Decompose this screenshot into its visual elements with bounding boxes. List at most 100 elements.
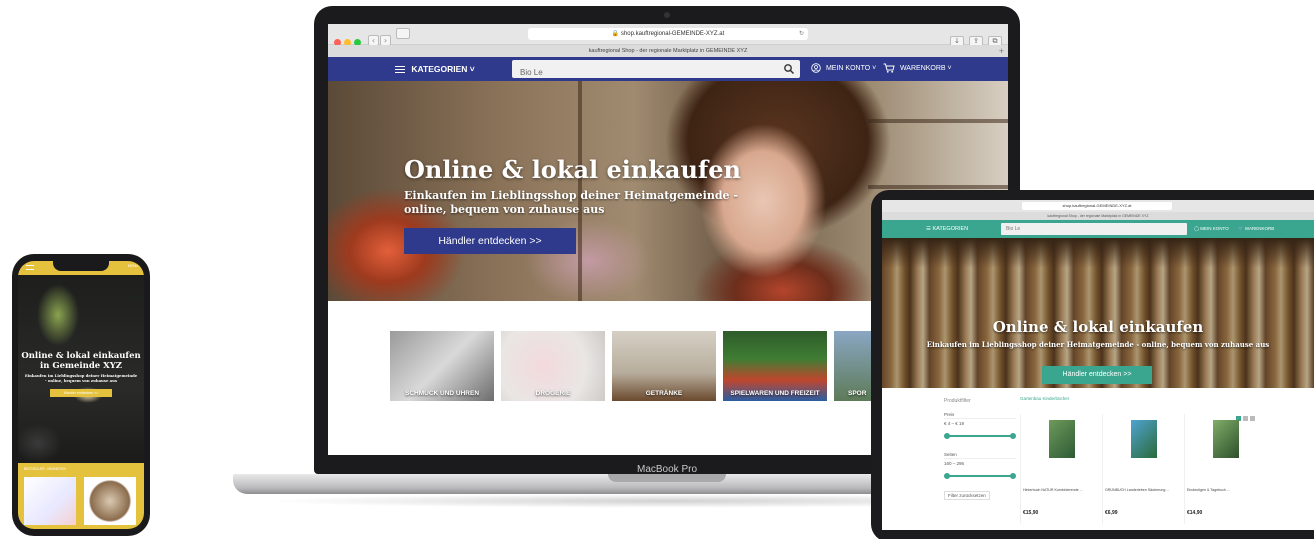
price-range-values: € 4 – € 19: [944, 421, 965, 426]
device-mockup-stage: ‹ › 🔒 shop.kauftregional-GEMEINDE-XYZ.at …: [0, 0, 1314, 539]
tablet-cart-label: WARENKORB: [1244, 226, 1275, 231]
category-tile[interactable]: SPIELWAREN UND FREIZEIT: [723, 331, 827, 401]
browser-chrome: ‹ › 🔒 shop.kauftregional-GEMEINDE-XYZ.at …: [328, 24, 1008, 47]
slider-track: [946, 475, 1014, 477]
tablet-search-input[interactable]: Bio Le: [1001, 223, 1187, 235]
tablet-hero-title: Online & lokal einkaufen: [992, 318, 1204, 336]
tablet-cart-button[interactable]: 🛒 WARENKORB: [1238, 220, 1274, 238]
phone-screen: MENU Online & lokal einkaufen in Gemeind…: [18, 261, 144, 529]
slider-handle-min[interactable]: [944, 473, 950, 479]
tablet-account-button[interactable]: ◯ MEIN KONTO: [1194, 220, 1229, 238]
address-bar[interactable]: 🔒 shop.kauftregional-GEMEINDE-XYZ.at ↻: [528, 28, 808, 40]
phone-hero-banner: Online & lokal einkaufen in Gemeinde XYZ…: [18, 275, 144, 463]
category-tile[interactable]: SPOR: [834, 331, 874, 401]
category-tile[interactable]: DROGERIE: [501, 331, 605, 401]
phone-notch: [53, 261, 109, 271]
tablet-browser-chrome: shop.kauftregional-GEMEINDE-XYZ.at: [882, 200, 1314, 212]
shelf-decoration: [868, 185, 1008, 189]
laptop-notch: [608, 474, 726, 482]
breadcrumb-item[interactable]: Gartenbau: [1020, 396, 1041, 401]
hamburger-menu-icon: [395, 66, 405, 74]
account-menu-button[interactable]: MEIN KONTO ˅: [811, 57, 876, 81]
reload-icon[interactable]: ↻: [799, 28, 804, 40]
price-max[interactable]: 19: [959, 421, 964, 426]
tab-title: kauftregional Shop - der regionale Markt…: [588, 48, 748, 54]
product-grid: Hinterbuch NATUR Kombinierende ... €15,9…: [1020, 414, 1264, 524]
tablet-screen: shop.kauftregional-GEMEINDE-XYZ.at kauft…: [882, 200, 1314, 530]
product-card[interactable]: [84, 477, 136, 525]
cart-icon: 🛒: [1238, 226, 1245, 231]
account-label: MEIN KONTO: [825, 65, 871, 72]
chevron-down-icon: ˅: [945, 65, 952, 72]
product-filter: Produktfilter Preis € 4 – € 19 Seiten 16…: [944, 398, 1016, 516]
slider-track: [946, 435, 1014, 437]
slider-handle-max[interactable]: [1010, 473, 1016, 479]
categories-menu-button[interactable]: KATEGORIEN ˅: [395, 57, 475, 81]
category-label: SPIELWAREN UND FREIZEIT: [730, 390, 820, 397]
product-price: €15,90: [1023, 510, 1039, 516]
filter-reset-button[interactable]: Filter zurücksetzen: [944, 491, 990, 500]
category-label: SCHMUCK UND UHREN: [404, 390, 480, 397]
breadcrumb: Gartenbau Kinderbücher: [1020, 396, 1069, 401]
cart-label: WARENKORB: [899, 65, 946, 72]
price-range-slider[interactable]: [944, 432, 1016, 440]
product-title: GRÜNBUCH Landerleben Säuberung ...: [1105, 488, 1170, 492]
product-price: €14,90: [1187, 510, 1203, 516]
phone-discover-merchants-button[interactable]: Händler entdecken >>: [50, 389, 112, 397]
search-box: [512, 60, 800, 82]
product-image: [1131, 420, 1157, 458]
tablet-hero-subtitle: Einkaufen im Lieblingsshop deiner Heimat…: [926, 340, 1270, 349]
tablet-address-bar[interactable]: shop.kauftregional-GEMEINDE-XYZ.at: [1022, 202, 1172, 210]
phone-menu-label[interactable]: MENU: [128, 264, 138, 268]
tablet-hero-banner: Online & lokal einkaufen Einkaufen im Li…: [882, 238, 1314, 388]
slider-handle-min[interactable]: [944, 433, 950, 439]
product-image: [1213, 420, 1239, 458]
product-title: Hinterbuch NATUR Kombinierende ...: [1023, 488, 1083, 492]
hamburger-menu-icon[interactable]: [26, 265, 34, 270]
cart-menu-button[interactable]: WARENKORB ˅: [883, 57, 952, 81]
search-input[interactable]: [512, 63, 772, 82]
filter-pages-label[interactable]: Seiten: [944, 450, 1016, 459]
product-card[interactable]: GRÜNBUCH Landerleben Säuberung ... €6,99: [1102, 414, 1182, 524]
pages-range-values: 160 – 296: [944, 461, 965, 466]
phone-hero-subtitle: Einkaufen im Lieblingsshop deiner Heimat…: [24, 373, 138, 383]
phone-hero-title: Online & lokal einkaufen in Gemeinde XYZ: [21, 351, 141, 371]
new-tab-icon[interactable]: +: [999, 45, 1004, 57]
category-label: GETRÄNKE: [645, 390, 683, 397]
category-tile[interactable]: SCHMUCK UND UHREN: [390, 331, 494, 401]
filter-price-label[interactable]: Preis: [944, 410, 1016, 419]
hero-title: Online & lokal einkaufen: [404, 155, 741, 184]
tablet-categories-label: KATEGORIEN: [932, 226, 969, 232]
tablet-tab-title[interactable]: kauftregional Shop - der regionale Markt…: [882, 212, 1314, 220]
phone-product-section: BESTSELLER - NEUHEITEN: [18, 463, 144, 529]
address-bar-url: shop.kauftregional-GEMEINDE-XYZ.at: [620, 31, 725, 37]
price-min[interactable]: 4: [948, 421, 951, 426]
tablet-account-label: MEIN KONTO: [1200, 226, 1229, 231]
product-title: Eindeutigen & Tagebuch ...: [1187, 488, 1230, 492]
pages-min[interactable]: 160: [944, 461, 952, 466]
discover-merchants-button[interactable]: Händler entdecken >>: [404, 228, 576, 254]
slider-handle-max[interactable]: [1010, 433, 1016, 439]
category-label: SPOR: [848, 390, 867, 397]
tablet-navbar: ☰ KATEGORIEN Bio Le ◯ MEIN KONTO 🛒 WAREN…: [882, 220, 1314, 238]
pages-range-slider[interactable]: [944, 472, 1016, 480]
tablet-discover-merchants-button[interactable]: Händler entdecken >>: [1042, 366, 1152, 384]
pages-max[interactable]: 296: [957, 461, 965, 466]
product-card[interactable]: Eindeutigen & Tagebuch ... €14,90: [1184, 414, 1264, 524]
product-card[interactable]: [24, 477, 76, 525]
browser-tab[interactable]: kauftregional Shop - der regionale Markt…: [328, 45, 1008, 57]
sidebar-toggle-button[interactable]: [396, 28, 410, 39]
shelf-decoration: [868, 119, 1008, 123]
cart-icon: [883, 63, 895, 73]
user-icon: [811, 63, 821, 73]
product-card[interactable]: Hinterbuch NATUR Kombinierende ... €15,9…: [1020, 414, 1100, 524]
categories-label: KATEGORIEN: [411, 64, 468, 74]
filter-heading: Produktfilter: [944, 398, 971, 404]
category-tile[interactable]: GETRÄNKE: [612, 331, 716, 401]
laptop-brand-label: MacBook Pro: [636, 464, 698, 475]
search-icon[interactable]: [783, 63, 795, 75]
chevron-down-icon: ˅: [870, 65, 877, 72]
breadcrumb-item[interactable]: Kinderbücher: [1043, 396, 1070, 401]
tablet-categories-button[interactable]: ☰ KATEGORIEN: [926, 220, 968, 238]
hero-subtitle: Einkaufen im Lieblingsshop deiner Heimat…: [404, 189, 738, 216]
